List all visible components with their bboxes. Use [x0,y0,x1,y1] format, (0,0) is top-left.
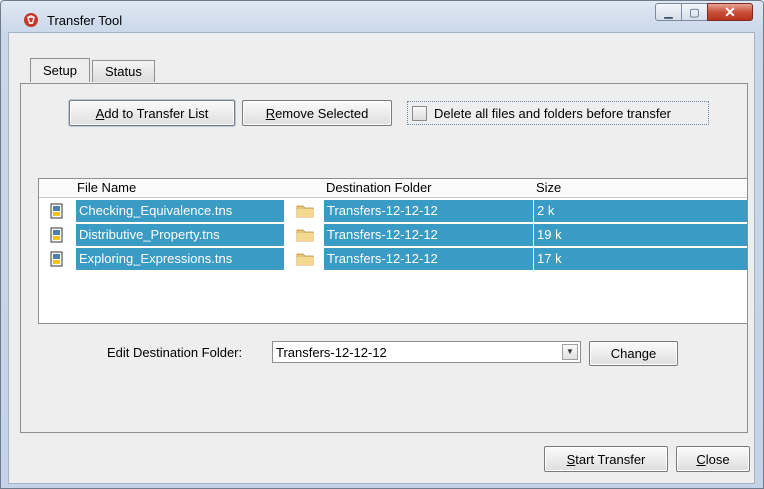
column-header-destination-folder[interactable]: Destination Folder [326,180,432,195]
start-transfer-button[interactable]: Start Transfer [544,446,668,472]
title-bar[interactable]: Transfer Tool ▁ ▢ ✕ [1,1,763,35]
cell-size: 2 k [534,200,747,222]
column-header-file-name[interactable]: File Name [77,180,136,195]
close-label-rest: lose [705,451,730,467]
cell-size: 17 k [534,248,747,270]
window-controls: ▁ ▢ ✕ [655,3,753,23]
delete-all-label: Delete all files and folders before tran… [434,105,672,121]
cell-size: 19 k [534,224,747,246]
table-row[interactable]: Checking_Equivalence.tns Transfers-12-12… [39,200,747,222]
close-icon: ✕ [724,3,736,20]
tab-bar: Setup Status [30,58,157,84]
folder-icon [296,229,314,242]
remove-label-rest: emove Selected [275,105,369,121]
window-title: Transfer Tool [47,13,123,28]
delete-all-checkbox[interactable] [412,105,427,121]
add-to-transfer-list-button[interactable]: Add to Transfer List [69,100,235,126]
table-row[interactable]: Distributive_Property.tns Transfers-12-1… [39,224,747,246]
change-button[interactable]: Change [589,341,678,366]
transfer-list-table: File Name Destination Folder Size Checki… [38,178,748,324]
tab-status[interactable]: Status [91,60,155,82]
add-label-rest: dd to Transfer List [104,105,209,121]
tab-setup[interactable]: Setup [30,58,90,82]
table-row[interactable]: Exploring_Expressions.tns Transfers-12-1… [39,248,747,270]
change-button-label: Change [610,346,657,361]
destination-folder-combo[interactable]: Transfers-12-12-12 ▼ [272,341,581,363]
delete-all-checkbox-group[interactable]: Delete all files and folders before tran… [407,101,709,125]
remove-selected-button[interactable]: Remove Selected [242,100,392,126]
tns-file-icon [50,251,63,267]
maximize-icon: ▢ [689,6,700,19]
tab-setup-label: Setup [43,63,77,78]
start-label-rest: tart Transfer [575,451,646,467]
tab-status-label: Status [104,64,142,79]
tns-file-icon [50,203,63,219]
column-header-size[interactable]: Size [536,180,561,195]
cell-file-name: Distributive_Property.tns [76,224,284,246]
close-mnemonic: C [696,451,706,467]
add-mnemonic: A [95,105,105,121]
destination-folder-value: Transfers-12-12-12 [276,345,387,360]
edit-destination-folder-label: Edit Destination Folder: [107,345,243,360]
maximize-button[interactable]: ▢ [681,3,707,21]
cell-destination-folder: Transfers-12-12-12 [324,200,533,222]
start-mnemonic: S [566,451,576,467]
minimize-button[interactable]: ▁ [655,3,681,21]
folder-icon [296,205,314,218]
folder-icon [296,253,314,266]
dropdown-arrow-icon[interactable]: ▼ [562,344,578,360]
ti-logo-icon [24,13,38,27]
close-window-button[interactable]: ✕ [707,3,753,21]
remove-mnemonic: R [265,105,276,121]
table-header: File Name Destination Folder Size [39,179,747,198]
tns-file-icon [50,227,63,243]
cell-destination-folder: Transfers-12-12-12 [324,248,533,270]
cell-file-name: Exploring_Expressions.tns [76,248,284,270]
close-button[interactable]: Close [676,446,750,472]
cell-destination-folder: Transfers-12-12-12 [324,224,533,246]
cell-file-name: Checking_Equivalence.tns [76,200,284,222]
minimize-icon: ▁ [664,6,673,19]
